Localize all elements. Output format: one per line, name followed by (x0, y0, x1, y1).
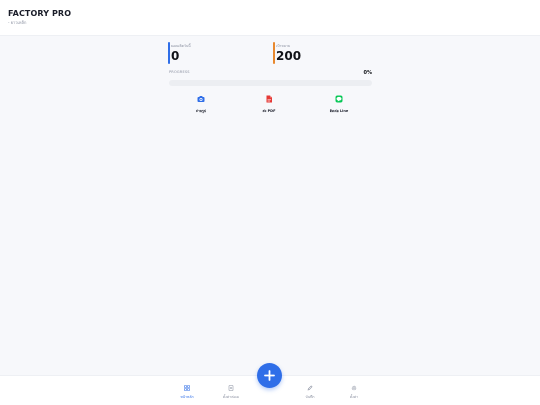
document-icon (228, 385, 234, 391)
app-subtitle: - ยาวเหล็ก (8, 20, 27, 25)
app-header: FACTORY PRO - ยาวเหล็ก (0, 0, 540, 36)
pdf-icon (266, 95, 272, 103)
line-icon (335, 95, 343, 103)
progress-percent: 0% (363, 70, 373, 76)
app-title: FACTORY PRO (8, 9, 72, 18)
send-pdf-button[interactable]: ส่ง PDF (257, 95, 281, 115)
nav-label: หน้าหลัก (180, 395, 194, 399)
stat-accent-bar (273, 42, 275, 64)
nav-item-record[interactable]: บันทึก (295, 383, 325, 401)
take-photo-button[interactable]: ถ่ายรูป (189, 95, 213, 115)
edit-icon (307, 385, 313, 391)
stat-accent-bar (168, 42, 170, 64)
progress-label: PROGRESS (169, 70, 190, 74)
send-pdf-label: ส่ง PDF (262, 109, 276, 113)
nav-item-settings[interactable]: ตั้งค่า (339, 383, 369, 401)
stat-value: 200 (276, 49, 302, 63)
plus-icon (264, 370, 275, 381)
nav-item-documents[interactable]: ตั้งค่าต่อเม (216, 383, 246, 401)
nav-label: ตั้งค่าต่อเม (222, 395, 240, 399)
take-photo-label: ถ่ายรูป (195, 109, 207, 113)
grid-icon (184, 385, 190, 391)
stat-value: 0 (171, 49, 180, 63)
contact-line-label: ติดต่อ Line (329, 109, 349, 113)
add-button[interactable] (257, 363, 282, 388)
contact-line-button[interactable]: ติดต่อ Line (327, 95, 351, 115)
camera-icon (197, 96, 205, 102)
stat-production-today: ยอดผลิตวันนี้ 0 (168, 42, 248, 64)
nav-item-home[interactable]: หน้าหลัก (172, 383, 202, 401)
progress-bar (169, 80, 372, 86)
stat-target: เป้าหมาย 200 (273, 42, 353, 64)
nav-label: บันทึก (305, 395, 315, 399)
gear-icon (351, 385, 357, 391)
nav-label: ตั้งค่า (349, 395, 359, 399)
